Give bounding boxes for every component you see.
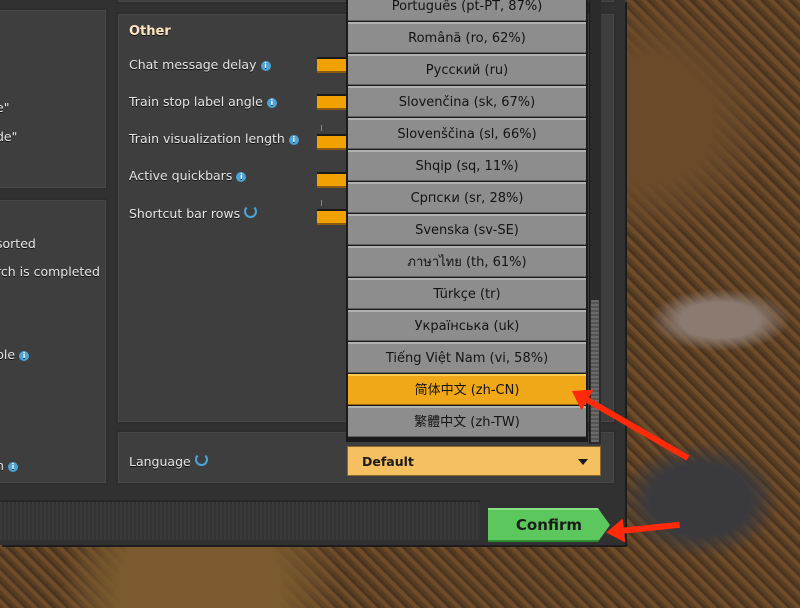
- setting-label: Active quickbars: [129, 168, 233, 183]
- fragment-text: ble: [0, 347, 16, 362]
- left-setting-fragment: sorted: [0, 236, 36, 251]
- left-top-panel: [0, 8, 108, 190]
- fragment-text: n: [0, 458, 4, 473]
- language-option[interactable]: Türkçe (tr): [348, 278, 586, 309]
- info-icon[interactable]: i: [288, 135, 299, 145]
- language-select[interactable]: Default: [347, 446, 601, 476]
- train-visualization-length-slider[interactable]: [317, 134, 347, 150]
- language-dropdown-list[interactable]: Português (pt-PT, 87%) Română (ro, 62%) …: [346, 0, 588, 442]
- slider-tick: [321, 200, 322, 206]
- info-icon[interactable]: i: [19, 351, 30, 361]
- language-option[interactable]: ภาษาไทย (th, 61%): [348, 246, 586, 277]
- confirm-button[interactable]: Confirm: [488, 508, 610, 542]
- language-option[interactable]: 繁體中文 (zh-TW): [348, 406, 586, 437]
- setting-train-stop-label-angle: Train stop label angle i: [129, 94, 277, 109]
- setting-train-visualization-length: Train visualization length i: [129, 131, 299, 146]
- setting-label: Chat message delay: [129, 57, 257, 72]
- language-select-value: Default: [362, 454, 414, 469]
- language-option[interactable]: Português (pt-PT, 87%): [348, 0, 586, 21]
- setting-label: Train visualization length: [129, 131, 285, 146]
- language-label: Language: [129, 454, 191, 469]
- setting-label: Shortcut bar rows: [129, 206, 241, 221]
- annotation-arrow-icon: [619, 521, 680, 534]
- language-option[interactable]: Svenska (sv-SE): [348, 214, 586, 245]
- setting-shortcut-bar-rows: Shortcut bar rows: [129, 205, 258, 221]
- slider-tick: [321, 125, 322, 131]
- info-icon[interactable]: i: [236, 172, 247, 182]
- train-stop-label-angle-input[interactable]: [317, 94, 347, 110]
- left-setting-fragment: de": [0, 129, 18, 144]
- info-icon[interactable]: i: [266, 98, 277, 108]
- left-setting-fragment: ni: [0, 458, 18, 473]
- dialog-footer-bar: [0, 500, 480, 540]
- language-option[interactable]: Slovenščina (sl, 66%): [348, 118, 586, 149]
- active-quickbars-input[interactable]: [317, 172, 347, 188]
- language-option-highlighted[interactable]: 简体中文 (zh-CN): [348, 374, 586, 405]
- language-option[interactable]: Српски (sr, 28%): [348, 182, 586, 213]
- settings-window: e" de" sorted rch is completed blei ni O…: [0, 0, 625, 545]
- language-option[interactable]: Română (ro, 62%): [348, 22, 586, 53]
- dropdown-scrollbar-thumb[interactable]: [591, 300, 599, 442]
- reset-icon[interactable]: [244, 205, 258, 218]
- left-setting-fragment: blei: [0, 347, 30, 362]
- setting-label: Train stop label angle: [129, 94, 263, 109]
- left-setting-fragment: e": [0, 100, 10, 115]
- language-option[interactable]: Українська (uk): [348, 310, 586, 341]
- language-option[interactable]: Slovenčina (sk, 67%): [348, 86, 586, 117]
- info-icon[interactable]: i: [260, 61, 271, 71]
- setting-chat-message-delay: Chat message delay i: [129, 57, 271, 72]
- shortcut-bar-rows-slider[interactable]: [317, 209, 347, 225]
- language-setting: Language: [129, 453, 208, 469]
- chevron-down-icon: [578, 459, 588, 465]
- info-icon[interactable]: i: [7, 462, 18, 472]
- language-option[interactable]: Русский (ru): [348, 54, 586, 85]
- left-setting-fragment: rch is completed: [0, 264, 100, 279]
- language-option[interactable]: Tiếng Việt Nam (vi, 58%): [348, 342, 586, 373]
- setting-active-quickbars: Active quickbars i: [129, 168, 247, 183]
- language-option[interactable]: Shqip (sq, 11%): [348, 150, 586, 181]
- reset-icon[interactable]: [194, 453, 208, 466]
- chat-message-delay-input[interactable]: [317, 57, 347, 73]
- other-section-heading: Other: [129, 24, 171, 39]
